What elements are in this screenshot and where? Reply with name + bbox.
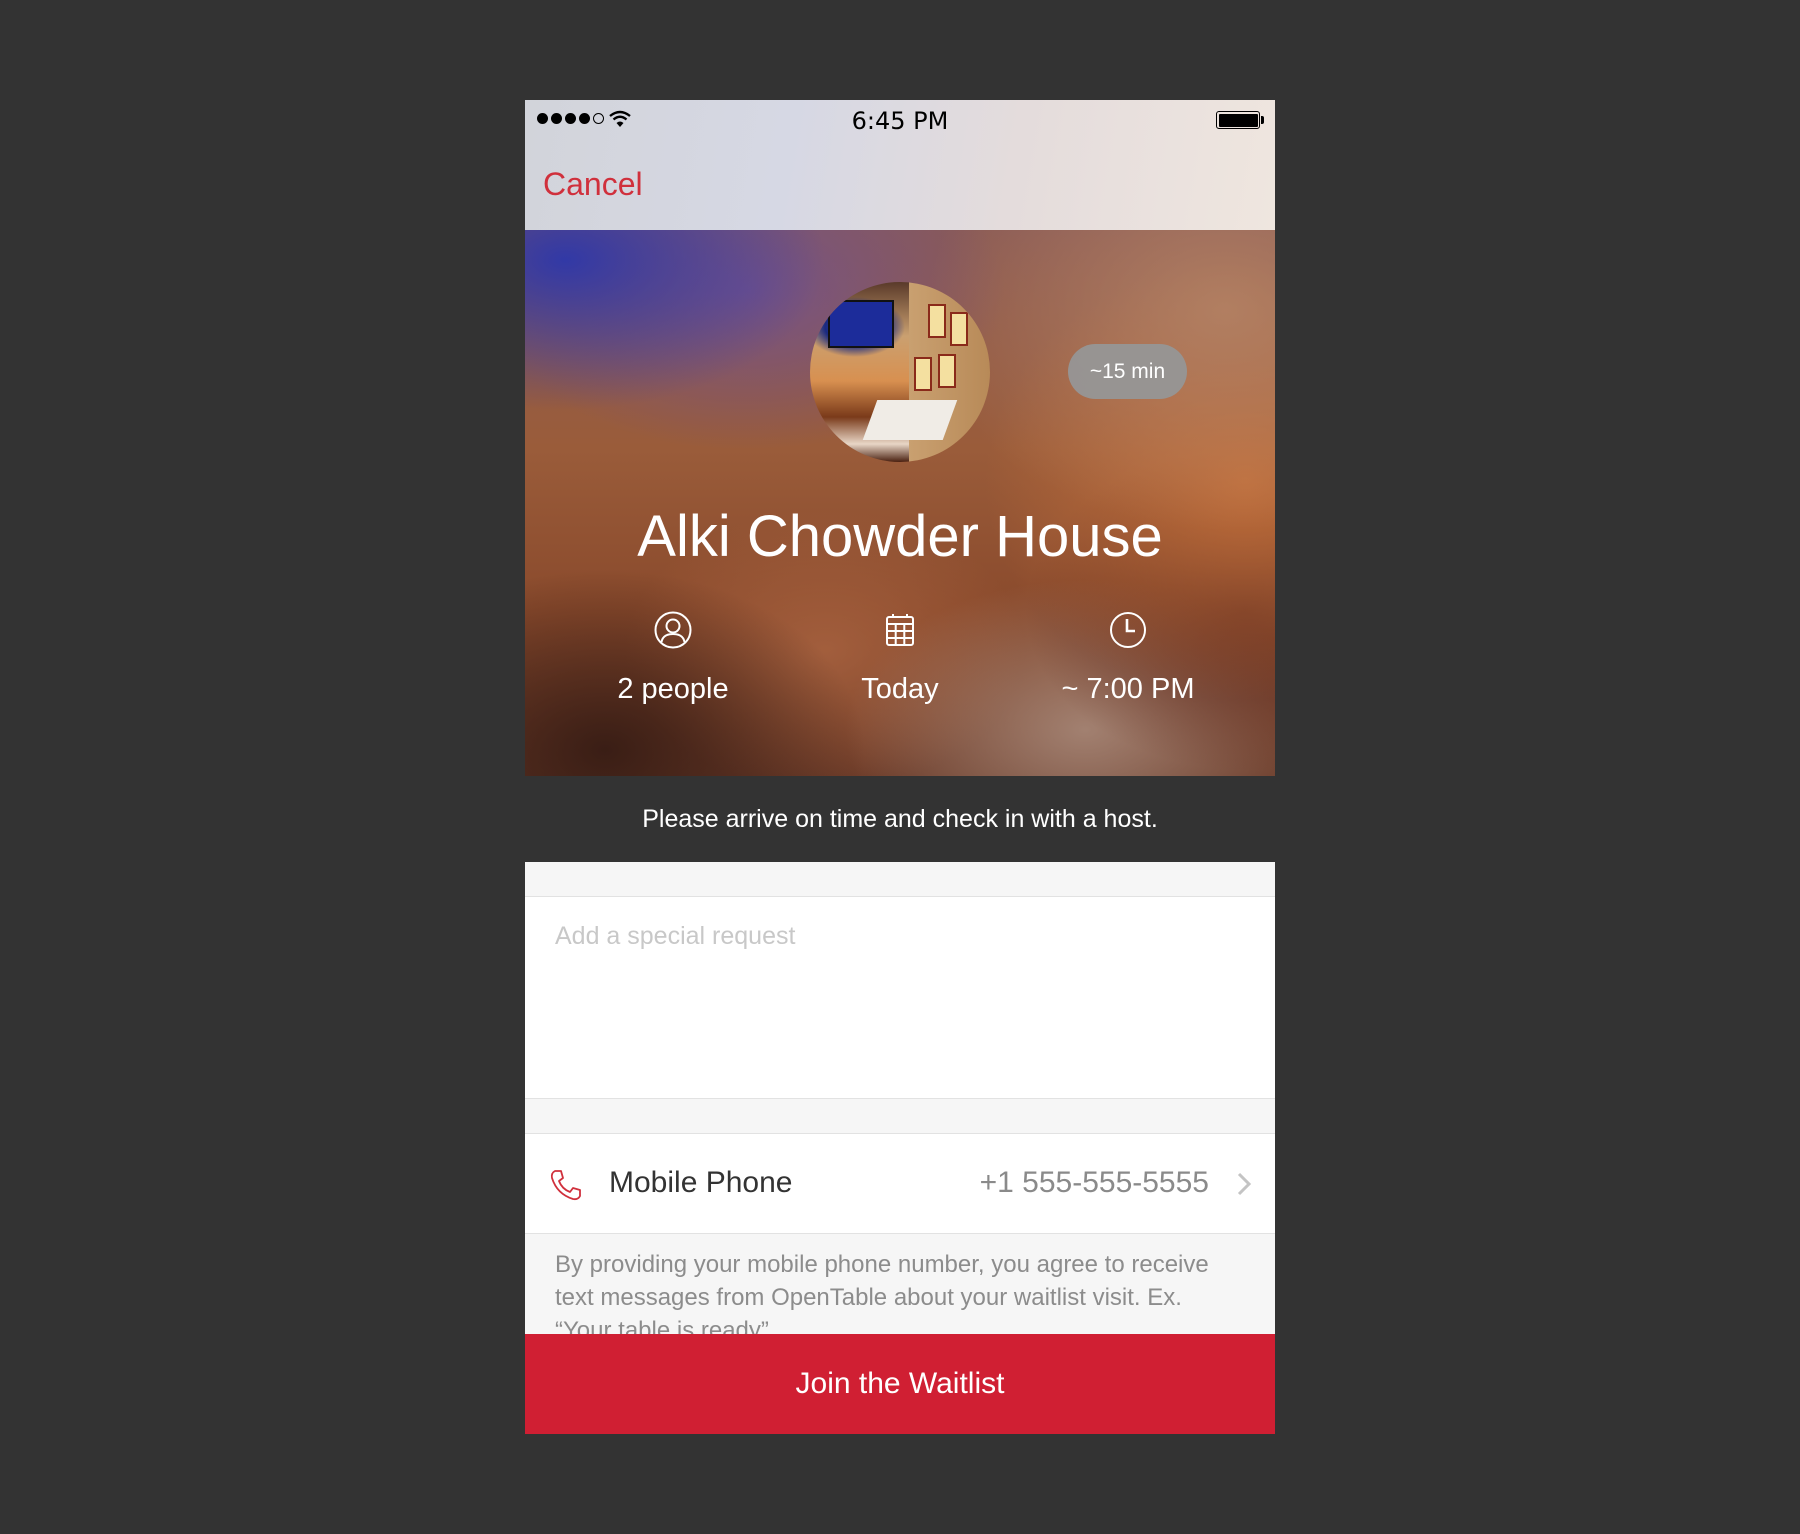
photo-detail [914, 357, 932, 391]
reservation-date[interactable]: Today [790, 610, 1010, 707]
photo-detail [828, 300, 894, 348]
arrival-notice: Please arrive on time and check in with … [525, 776, 1275, 862]
mobile-phone-row[interactable]: Mobile Phone +1 555-555-5555 [525, 1134, 1275, 1234]
phone-icon [550, 1170, 581, 1201]
person-icon [654, 611, 692, 649]
chevron-right-icon [1237, 1172, 1252, 1196]
photo-detail [862, 400, 958, 440]
status-bar: 6:45 PM [525, 100, 1275, 142]
battery-icon [1216, 111, 1260, 129]
phone-screen: 6:45 PM Cancel ~15 min Alki Chowder Hous… [525, 100, 1275, 1434]
battery-nub [1261, 116, 1264, 124]
join-waitlist-button[interactable]: Join the Waitlist [525, 1334, 1275, 1434]
mobile-phone-value: +1 555-555-5555 [979, 1166, 1209, 1199]
section-spacer [525, 1099, 1275, 1134]
restaurant-name: Alki Chowder House [637, 504, 1163, 569]
photo-detail [938, 354, 956, 388]
status-time: 6:45 PM [851, 107, 949, 135]
photo-detail [950, 312, 968, 346]
navigation-bar: 6:45 PM Cancel [525, 100, 1275, 230]
section-spacer [525, 862, 1275, 897]
special-request-placeholder: Add a special request [555, 922, 796, 950]
cancel-button[interactable]: Cancel [543, 166, 643, 203]
mobile-phone-label: Mobile Phone [609, 1166, 793, 1199]
sms-disclaimer-text: By providing your mobile phone number, y… [555, 1251, 1209, 1334]
restaurant-photo [810, 282, 990, 462]
photo-detail [928, 304, 946, 338]
sms-disclaimer: By providing your mobile phone number, y… [525, 1234, 1275, 1334]
clock-icon [1110, 612, 1146, 648]
party-size[interactable]: 2 people [563, 610, 783, 707]
wait-time-badge: ~15 min [1068, 344, 1187, 399]
date-label: Today [861, 673, 939, 705]
reservation-time[interactable]: ~ 7:00 PM [1018, 610, 1238, 707]
party-size-label: 2 people [617, 673, 729, 705]
calendar-icon [886, 614, 914, 646]
special-request-input[interactable]: Add a special request [525, 897, 1275, 1099]
restaurant-header: ~15 min Alki Chowder House 2 people Toda [525, 230, 1275, 776]
time-label: ~ 7:00 PM [1061, 673, 1195, 705]
